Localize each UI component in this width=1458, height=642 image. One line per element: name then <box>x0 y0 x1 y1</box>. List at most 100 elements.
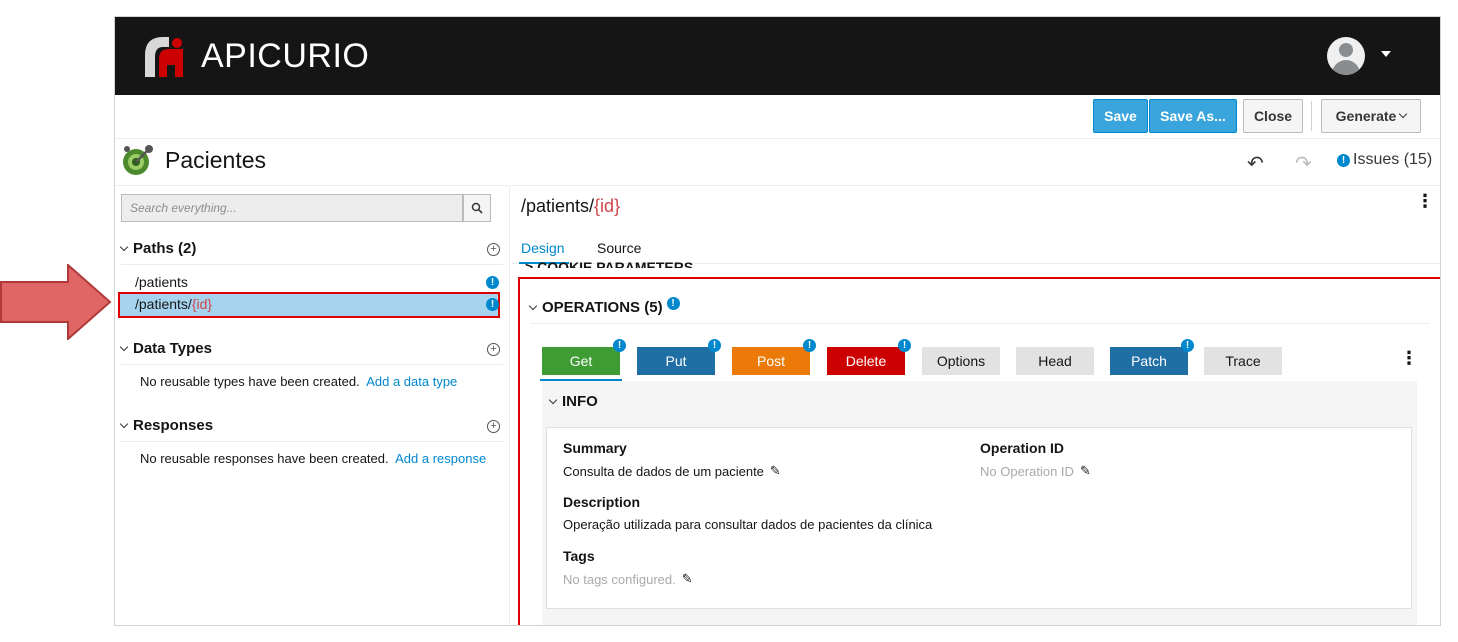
operation-id-label: Operation ID <box>980 440 1065 456</box>
operation-label: Trace <box>1225 353 1261 369</box>
tags-field[interactable]: No tags configured. ✎ <box>563 571 693 587</box>
description-label: Description <box>563 494 641 510</box>
divider <box>530 323 1430 324</box>
sidebar: Search everything... Paths (2) + /patien… <box>115 185 510 625</box>
tab-source[interactable]: Source <box>597 240 641 256</box>
path-title: /patients/{id} <box>521 196 620 217</box>
info-section-header[interactable]: INFO <box>548 393 598 410</box>
description-field[interactable]: Operação utilizada para consultar dados … <box>563 517 932 532</box>
save-as-button[interactable]: Save As... <box>1149 99 1237 133</box>
operation-patch-button[interactable]: Patch! <box>1110 339 1194 375</box>
info-panel: INFO Summary Consulta de dados de um pac… <box>542 381 1417 625</box>
chevron-down-icon <box>119 419 129 428</box>
divider <box>121 364 503 365</box>
user-avatar-icon[interactable] <box>1327 37 1365 75</box>
chevron-down-icon <box>119 342 129 351</box>
cookie-parameters-label: COOKIE PARAMETERS <box>537 259 694 268</box>
add-path-icon[interactable]: + <box>487 243 500 256</box>
responses-section-header[interactable]: Responses <box>119 417 214 434</box>
add-data-type-link[interactable]: Add a data type <box>366 374 457 389</box>
operation-id-value: No Operation ID <box>980 463 1074 479</box>
info-card: Summary Consulta de dados de um paciente… <box>546 427 1412 609</box>
apicurio-logo-icon <box>145 37 183 77</box>
data-types-empty-message: No reusable types have been created. Add… <box>140 374 457 389</box>
path-item-patients-id[interactable]: /patients/{id} <box>118 292 500 318</box>
operation-label: Get <box>569 353 593 369</box>
operations-header-label: OPERATIONS (5) <box>542 299 663 316</box>
warning-badge-icon: ! <box>1181 339 1194 352</box>
save-button[interactable]: Save <box>1093 99 1148 133</box>
operation-put-button[interactable]: Put! <box>637 339 721 375</box>
api-title: Pacientes <box>165 147 267 173</box>
warning-badge-icon: ! <box>898 339 911 352</box>
edit-pencil-icon[interactable]: ✎ <box>1080 463 1091 479</box>
search-input[interactable]: Search everything... <box>121 194 463 222</box>
user-menu-caret-icon[interactable] <box>1381 51 1391 57</box>
path-label: /patients/ <box>135 296 192 312</box>
info-icon: ! <box>1337 153 1350 167</box>
operation-delete-button[interactable]: Delete! <box>827 339 911 375</box>
add-data-type-icon[interactable]: + <box>487 343 500 356</box>
api-title-bar: Pacientes ↶ ↷ ! Issues (15) <box>115 139 1440 185</box>
search-icon <box>471 202 483 214</box>
generate-dropdown[interactable]: Generate <box>1321 99 1421 133</box>
path-param-label: {id} <box>191 296 213 312</box>
summary-field[interactable]: Consulta de dados de um paciente ✎ <box>563 463 781 479</box>
cookie-parameters-header[interactable]: > COOKIE PARAMETERS <box>525 258 693 268</box>
operation-get-button[interactable]: Get! <box>542 339 626 375</box>
divider <box>121 264 503 265</box>
editor-toolbar: Save Save As... Close Generate <box>115 95 1440 139</box>
operation-head-button[interactable]: Head <box>1016 347 1094 375</box>
data-types-section-header[interactable]: Data Types <box>119 340 212 357</box>
data-types-empty-text: No reusable types have been created. <box>140 374 360 389</box>
warning-badge-icon: ! <box>613 339 626 352</box>
responses-header-label: Responses <box>133 417 214 434</box>
close-button[interactable]: Close <box>1243 99 1303 133</box>
operation-label: Put <box>665 353 687 369</box>
operation-label: Delete <box>845 353 887 369</box>
description-value: Operação utilizada para consultar dados … <box>563 517 933 532</box>
redo-icon[interactable]: ↷ <box>1295 151 1312 176</box>
warning-badge-icon: ! <box>708 339 721 352</box>
generate-label: Generate <box>1335 108 1397 124</box>
operations-kebab-menu-icon[interactable]: ⋮ <box>1400 349 1418 367</box>
chevron-down-icon <box>119 242 129 251</box>
responses-empty-text: No reusable responses have been created. <box>140 451 389 466</box>
tags-value: No tags configured. <box>563 571 676 587</box>
operation-post-button[interactable]: Post! <box>732 339 816 375</box>
operations-section: OPERATIONS (5) ! Get! Put! Post! Delete!… <box>518 277 1440 625</box>
api-logo-icon <box>123 145 153 175</box>
path-kebab-menu-icon[interactable]: ⋮ <box>1416 192 1434 210</box>
search-button[interactable] <box>463 194 491 222</box>
edit-pencil-icon[interactable]: ✎ <box>770 463 781 479</box>
chevron-down-icon <box>1399 109 1408 119</box>
annotation-arrow-right <box>0 264 112 340</box>
path-title-prefix: /patients/ <box>521 196 595 216</box>
path-warning-icon: ! <box>486 298 499 311</box>
add-response-icon[interactable]: + <box>487 420 500 433</box>
paths-section-header[interactable]: Paths (2) <box>119 240 196 257</box>
path-item-patients[interactable]: /patients <box>135 274 188 290</box>
issues-link[interactable]: ! Issues (15) <box>1337 151 1432 169</box>
summary-value: Consulta de dados de um paciente <box>563 463 764 479</box>
add-response-link[interactable]: Add a response <box>395 451 486 466</box>
operation-id-field[interactable]: No Operation ID ✎ <box>980 463 1091 479</box>
brand-name: APICURIO <box>201 37 370 75</box>
toolbar-divider <box>1311 101 1312 131</box>
data-types-header-label: Data Types <box>133 340 212 357</box>
info-header-label: INFO <box>562 393 598 410</box>
operation-label: Post <box>756 353 785 369</box>
operations-section-header[interactable]: OPERATIONS (5) ! <box>528 297 680 316</box>
operation-label: Options <box>936 353 986 369</box>
operation-label: Head <box>1038 353 1072 369</box>
apicurio-app: APICURIO Save Save As... Close Generate … <box>114 16 1441 626</box>
path-label: /patients <box>135 274 188 290</box>
tab-design[interactable]: Design <box>521 240 565 256</box>
operation-trace-button[interactable]: Trace <box>1204 347 1282 375</box>
operation-options-button[interactable]: Options <box>922 347 1000 375</box>
operation-label: Patch <box>1131 353 1167 369</box>
divider <box>121 441 503 442</box>
summary-label: Summary <box>563 440 627 456</box>
edit-pencil-icon[interactable]: ✎ <box>682 571 693 587</box>
undo-icon[interactable]: ↶ <box>1247 151 1264 176</box>
